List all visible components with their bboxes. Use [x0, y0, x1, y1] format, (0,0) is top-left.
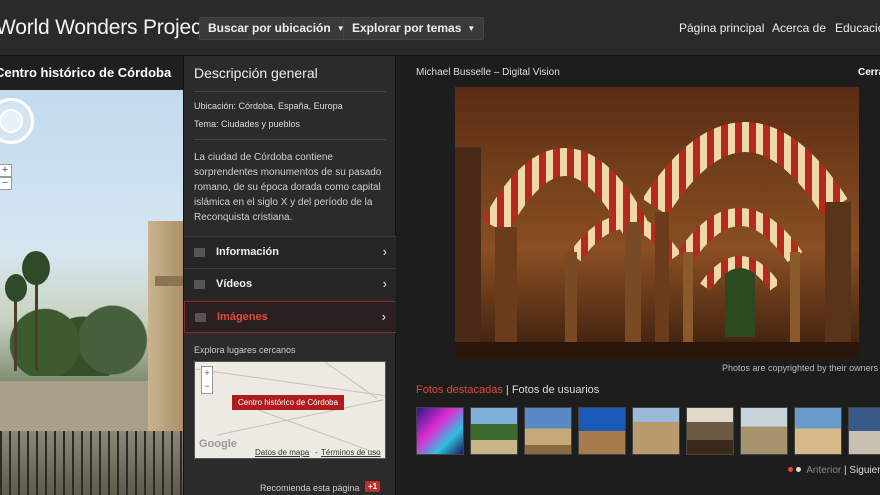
map-pin-label[interactable]: Centro histórico de Córdoba [232, 395, 345, 410]
copyright-notice: Photos are copyrighted by their owners [722, 363, 879, 373]
location-text: Ubicación: Córdoba, España, Europa [194, 101, 343, 111]
trees-scenery [0, 296, 150, 376]
tab-user-photos[interactable]: Fotos de usuarios [512, 384, 599, 396]
fence-scenery [0, 431, 183, 495]
chevron-right-icon: › [382, 276, 387, 291]
palm-trunk [14, 301, 17, 371]
zoom-out-button[interactable]: − [0, 177, 12, 190]
previous-link[interactable]: Anterior [806, 465, 841, 476]
map-terms-link[interactable]: Términos de uso [321, 448, 381, 457]
search-by-location-button[interactable]: Buscar por ubicación ▼ [199, 17, 354, 40]
overview-panel: Descripción general Ubicación: Córdoba, … [183, 56, 397, 495]
thumbnail[interactable] [416, 407, 464, 455]
divider [194, 91, 386, 92]
explore-topics-label: Explorar por temas [352, 21, 462, 35]
explore-topics-button[interactable]: Explorar por temas ▼ [343, 17, 485, 40]
thumbnail[interactable] [578, 407, 626, 455]
nav-link-home[interactable]: Página principal [679, 21, 764, 35]
tab-featured-photos[interactable]: Fotos destacadas [416, 384, 503, 396]
thumbnail[interactable] [848, 407, 880, 455]
close-button[interactable]: Cerrar [858, 67, 880, 78]
image-viewer: Michael Busselle – Digital Vision Cerrar [396, 56, 880, 495]
zoom-in-button[interactable]: + [0, 164, 12, 177]
search-by-location-label: Buscar por ubicación [208, 21, 331, 35]
building-cornice [155, 276, 183, 286]
recommend-text: Recomienda esta página [260, 483, 360, 493]
nearby-map[interactable]: + − Centro histórico de Córdoba Google Da… [194, 361, 386, 459]
thumbnail[interactable] [740, 407, 788, 455]
panel-title: Descripción general [194, 65, 318, 81]
camera-icon [195, 313, 206, 322]
photo-tabs: Fotos destacadas | Fotos de usuarios [416, 384, 599, 396]
menu-item-videos[interactable]: Vídeos › [184, 268, 397, 300]
map-data-link[interactable]: Datos de mapa [255, 448, 309, 457]
map-road [195, 368, 385, 397]
thumbnail[interactable] [794, 407, 842, 455]
thumbnail[interactable] [524, 407, 572, 455]
building-scenery [148, 221, 183, 461]
info-icon [194, 248, 205, 257]
mosque-arches-image [455, 87, 859, 358]
chevron-right-icon: › [381, 309, 386, 324]
palm-trunk [35, 281, 38, 371]
nav-link-about[interactable]: Acerca de [772, 21, 826, 35]
brand-title[interactable]: World Wonders Project [0, 16, 207, 40]
tab-separator: | [502, 384, 512, 396]
map-zoom-control[interactable]: + − [201, 366, 213, 394]
photo-credit: Michael Busselle – Digital Vision [416, 67, 560, 78]
nearby-places-label: Explora lugares cercanos [194, 345, 296, 355]
next-link[interactable]: Siguiente [849, 465, 880, 476]
nav-link-education[interactable]: Educación [835, 21, 880, 35]
palm-crown [5, 274, 27, 302]
map-link-separator: - [315, 448, 318, 457]
thumbnail[interactable] [686, 407, 734, 455]
pan-control-center[interactable] [0, 109, 23, 133]
page-dot[interactable] [796, 467, 801, 472]
chevron-right-icon: › [382, 244, 387, 259]
street-view-title: Centro histórico de Córdoba [0, 56, 183, 90]
thumbnail[interactable] [632, 407, 680, 455]
gplus-button[interactable]: +1 [365, 481, 381, 492]
main-photo[interactable] [455, 87, 859, 358]
theme-text: Tema: Ciudades y pueblos [194, 119, 301, 129]
street-view-panorama[interactable]: Centro histórico de Córdoba + − [0, 56, 183, 495]
pan-control[interactable] [0, 98, 34, 144]
app-root: World Wonders Project Buscar por ubicaci… [0, 0, 880, 495]
chevron-down-icon: ▼ [467, 24, 476, 33]
menu-item-label: Imágenes [217, 311, 268, 323]
menu-item-images[interactable]: Imágenes › [184, 301, 397, 333]
google-logo: Google [199, 438, 237, 450]
palm-crown [22, 251, 50, 285]
divider [194, 139, 386, 140]
video-icon [194, 280, 205, 289]
menu-item-information[interactable]: Información › [184, 236, 397, 268]
pagination: Anterior | Siguiente [788, 465, 880, 476]
menu-item-label: Vídeos [216, 278, 253, 290]
menu-item-label: Información [216, 246, 279, 258]
description-text: La ciudad de Córdoba contiene sorprenden… [194, 152, 382, 223]
page-dot-active[interactable] [788, 467, 793, 472]
thumbnail[interactable] [470, 407, 518, 455]
wall-scenery [0, 381, 150, 431]
top-bar: World Wonders Project Buscar por ubicaci… [0, 0, 880, 56]
